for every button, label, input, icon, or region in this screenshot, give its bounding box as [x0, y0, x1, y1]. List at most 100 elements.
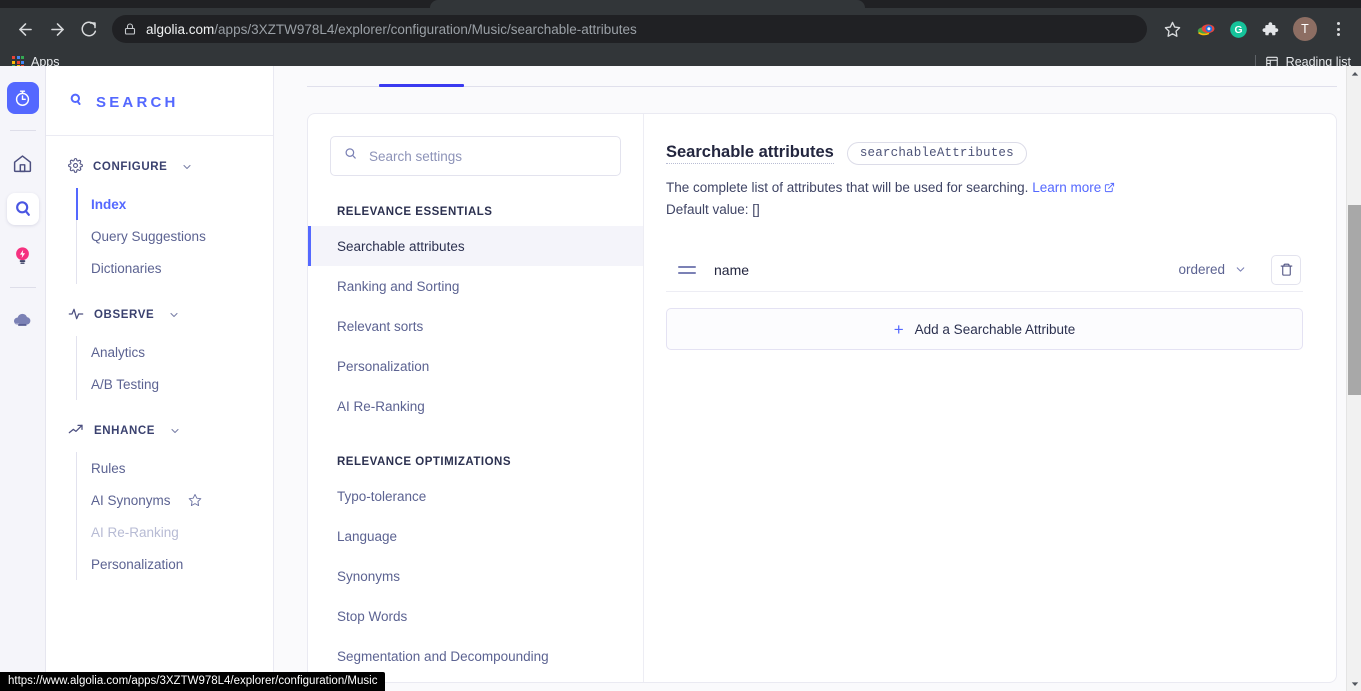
- nav-group-label: ENHANCE: [94, 425, 156, 437]
- sidebar-item-label: Personalization: [91, 556, 184, 572]
- product-icon-rail: [0, 66, 46, 691]
- settings-item-ranking-and-sorting[interactable]: Ranking and Sorting: [308, 266, 643, 306]
- scroll-up-arrow[interactable]: [1347, 66, 1361, 81]
- sidebar-item-query-suggestions[interactable]: Query Suggestions: [77, 220, 273, 252]
- settings-item-label: Synonyms: [337, 568, 401, 584]
- nav-sublist-enhance: Rules AI Synonyms AI Re-Ranking Personal…: [76, 452, 273, 580]
- back-arrow-icon[interactable]: [10, 14, 40, 44]
- settings-item-label: Stop Words: [337, 608, 408, 624]
- nav-group-header-enhance[interactable]: ENHANCE: [46, 418, 273, 444]
- table-row[interactable]: name ordered: [666, 248, 1303, 292]
- sidebar-item-rules[interactable]: Rules: [77, 452, 273, 484]
- settings-section-label-essentials: RELEVANCE ESSENTIALS: [337, 206, 493, 218]
- nav-group-label: CONFIGURE: [93, 161, 168, 173]
- screen-capture-extension-icon[interactable]: [1193, 16, 1219, 42]
- browser-menu-icon[interactable]: [1325, 16, 1351, 42]
- extensions-puzzle-icon[interactable]: [1257, 16, 1283, 42]
- algolia-logo-icon[interactable]: [6, 82, 39, 114]
- scrollbar-thumb[interactable]: [1348, 205, 1361, 395]
- browser-chrome: algolia.com/apps/3XZTW978L4/explorer/con…: [0, 0, 1361, 74]
- settings-section-label-optimizations: RELEVANCE OPTIMIZATIONS: [337, 456, 511, 468]
- browser-toolbar: algolia.com/apps/3XZTW978L4/explorer/con…: [0, 8, 1361, 50]
- settings-item-synonyms[interactable]: Synonyms: [308, 556, 643, 596]
- nav-group-configure: CONFIGURE Index Query Suggestions Dictio…: [46, 154, 273, 284]
- drag-handle-icon[interactable]: [678, 265, 696, 274]
- nav-group-enhance: ENHANCE Rules AI Synonyms AI Re-Ranking …: [46, 418, 273, 580]
- sidebar-item-dictionaries[interactable]: Dictionaries: [77, 252, 273, 284]
- nav-group-header-configure[interactable]: CONFIGURE: [46, 154, 273, 180]
- search-product-header: SEARCH: [46, 66, 273, 136]
- address-bar[interactable]: algolia.com/apps/3XZTW978L4/explorer/con…: [112, 15, 1147, 43]
- chevron-down-icon: [181, 161, 193, 173]
- active-browser-tab[interactable]: [430, 0, 865, 8]
- sidebar-item-personalization[interactable]: Personalization: [77, 548, 273, 580]
- plus-icon: +: [893, 319, 904, 339]
- address-bar-url: algolia.com/apps/3XZTW978L4/explorer/con…: [146, 22, 637, 37]
- settings-item-label: Personalization: [337, 358, 430, 374]
- external-link-icon: [1104, 178, 1115, 199]
- settings-search-box[interactable]: [330, 136, 621, 176]
- trash-icon: [1280, 263, 1292, 276]
- search-input[interactable]: [369, 148, 608, 164]
- searchable-attributes-list: name ordered + Add a Searchable Attribut…: [666, 248, 1303, 350]
- settings-item-label: Searchable attributes: [337, 238, 465, 254]
- grammarly-extension-icon[interactable]: G: [1225, 16, 1251, 42]
- attribute-mode-dropdown[interactable]: ordered: [1178, 262, 1247, 277]
- settings-item-language[interactable]: Language: [308, 516, 643, 556]
- status-bar-url: https://www.algolia.com/apps/3XZTW978L4/…: [0, 672, 386, 691]
- setting-detail-panel: Searchable attributes searchableAttribut…: [644, 114, 1336, 682]
- sidebar-item-label: Rules: [91, 460, 126, 476]
- scroll-down-arrow[interactable]: [1347, 676, 1361, 691]
- settings-item-personalization[interactable]: Personalization: [308, 346, 643, 386]
- forward-arrow-icon[interactable]: [42, 14, 72, 44]
- active-tab-indicator: [379, 84, 464, 87]
- learn-more-link[interactable]: Learn more: [1032, 180, 1101, 195]
- reload-icon[interactable]: [74, 14, 104, 44]
- avatar[interactable]: T: [1293, 17, 1317, 41]
- recommend-bulb-icon[interactable]: [7, 239, 39, 271]
- setting-key-badge: searchableAttributes: [846, 142, 1027, 165]
- search-icon[interactable]: [6, 193, 39, 225]
- app-sidebar: SEARCH CONFIGURE Index Query Suggestions…: [46, 66, 274, 691]
- sidebar-item-label: Index: [91, 196, 127, 212]
- star-icon[interactable]: [1157, 14, 1187, 44]
- attribute-name: name: [714, 261, 750, 278]
- star-outline-icon: [188, 493, 202, 507]
- detail-description-text: The complete list of attributes that wil…: [666, 180, 1029, 195]
- settings-item-segmentation-and-decompounding[interactable]: Segmentation and Decompounding: [308, 636, 643, 676]
- sidebar-item-index[interactable]: Index: [76, 188, 273, 220]
- page-viewport: SEARCH CONFIGURE Index Query Suggestions…: [0, 66, 1361, 691]
- sidebar-item-ai-re-ranking[interactable]: AI Re-Ranking: [77, 516, 273, 548]
- sidebar-item-label: A/B Testing: [91, 376, 160, 392]
- browser-tab-strip: [0, 0, 1361, 8]
- settings-item-label: Ranking and Sorting: [337, 278, 460, 294]
- sidebar-item-ab-testing[interactable]: A/B Testing: [77, 368, 273, 400]
- cloud-icon[interactable]: [7, 304, 39, 336]
- search-icon: [343, 146, 358, 166]
- settings-item-searchable-attributes[interactable]: Searchable attributes: [308, 226, 643, 266]
- sidebar-item-analytics[interactable]: Analytics: [77, 336, 273, 368]
- attribute-mode-label: ordered: [1178, 262, 1225, 277]
- add-searchable-attribute-button[interactable]: + Add a Searchable Attribute: [666, 308, 1303, 350]
- settings-item-typo-tolerance[interactable]: Typo-tolerance: [308, 476, 643, 516]
- nav-group-observe: OBSERVE Analytics A/B Testing: [46, 302, 273, 400]
- delete-attribute-button[interactable]: [1271, 254, 1301, 285]
- settings-item-label: Relevant sorts: [337, 318, 424, 334]
- chevron-down-icon: [1234, 263, 1247, 276]
- chevron-down-icon: [168, 309, 180, 321]
- nav-sublist-observe: Analytics A/B Testing: [76, 336, 273, 400]
- page-scrollbar[interactable]: [1346, 66, 1361, 691]
- sidebar-item-ai-synonyms[interactable]: AI Synonyms: [77, 484, 273, 516]
- sidebar-item-label: AI Synonyms: [91, 492, 171, 508]
- sidebar-item-label: AI Re-Ranking: [91, 524, 179, 540]
- settings-item-stop-words[interactable]: Stop Words: [308, 596, 643, 636]
- settings-item-ai-re-ranking[interactable]: AI Re-Ranking: [308, 386, 643, 426]
- home-icon[interactable]: [7, 147, 39, 179]
- settings-item-relevant-sorts[interactable]: Relevant sorts: [308, 306, 643, 346]
- default-value-text: Default value: []: [666, 202, 760, 217]
- nav-group-label: OBSERVE: [94, 309, 155, 321]
- page-title: Searchable attributes: [666, 143, 834, 164]
- nav-group-header-observe[interactable]: OBSERVE: [46, 302, 273, 328]
- lock-icon: [124, 23, 136, 35]
- add-searchable-attribute-label: Add a Searchable Attribute: [914, 321, 1076, 337]
